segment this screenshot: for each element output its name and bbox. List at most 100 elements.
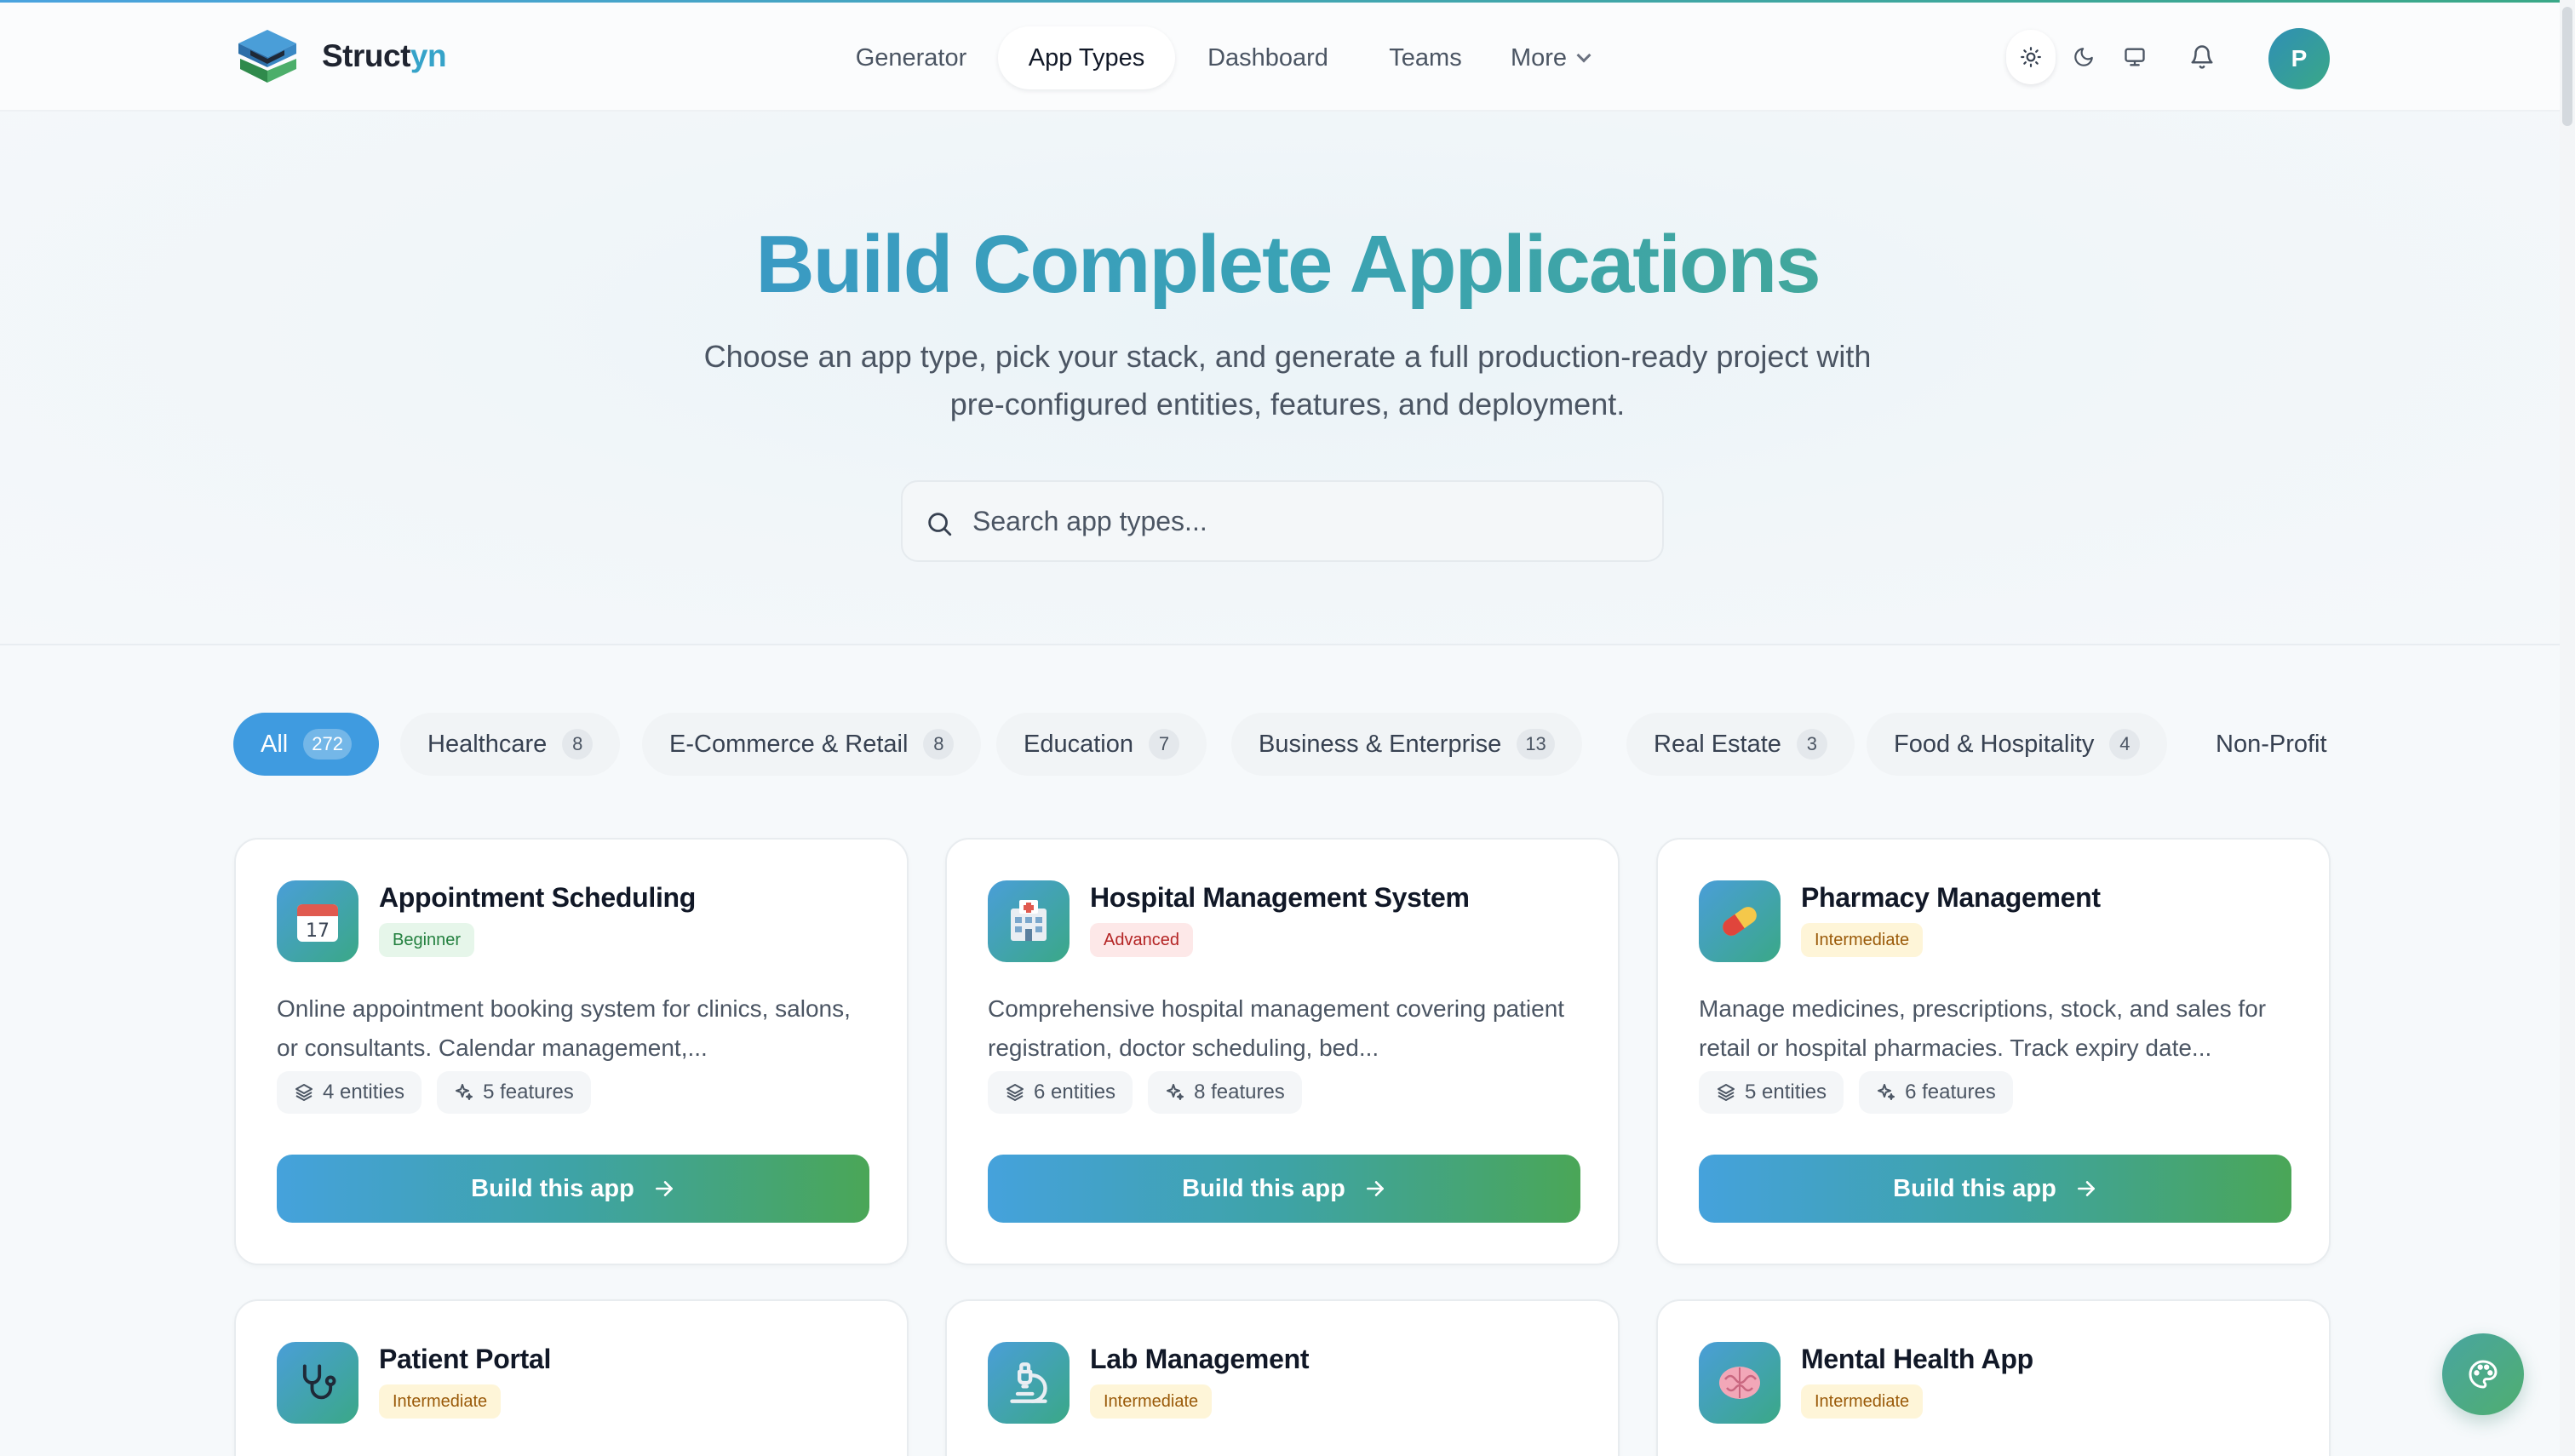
hospital-graphic <box>1011 900 1047 941</box>
search-input[interactable] <box>972 482 1637 560</box>
card-title: Appointment Scheduling <box>379 882 697 913</box>
hero-title: Build Complete Applications <box>0 218 2575 312</box>
category-label: E-Commerce & Retail <box>669 730 909 758</box>
category-count: 13 <box>1517 729 1555 760</box>
sun-icon <box>2021 47 2041 67</box>
header: Structyn Generator App Types Dashboard T… <box>0 3 2575 112</box>
category-count: 7 <box>1149 729 1179 760</box>
search-box[interactable] <box>901 480 1664 562</box>
nav-app-types[interactable]: App Types <box>998 26 1175 89</box>
category-label: Food & Hospitality <box>1894 730 2095 758</box>
entities-count: 5 entities <box>1745 1081 1827 1103</box>
card-description: Comprehensive hospital management coveri… <box>988 995 1565 1061</box>
theme-dark-button[interactable] <box>2059 30 2108 84</box>
theme-system-button[interactable] <box>2110 30 2159 84</box>
category-business-enterprise[interactable]: Business & Enterprise 13 <box>1231 713 1582 776</box>
theme-switcher <box>2006 30 2163 84</box>
category-count: 272 <box>303 729 352 760</box>
layers-icon <box>295 1084 313 1101</box>
arrow-right-icon <box>655 1181 673 1196</box>
category-food-hospitality[interactable]: Food & Hospitality 4 <box>1867 713 2168 776</box>
card-description: Manage medicines, prescriptions, stock, … <box>1699 995 2267 1061</box>
layers-icon <box>1718 1084 1735 1101</box>
app-card-lab-management[interactable]: Lab Management Intermediate <box>945 1299 1620 1456</box>
nav-teams[interactable]: Teams <box>1361 26 1490 89</box>
app-card-hospital-management-system[interactable]: Hospital Management System Advanced Comp… <box>945 838 1620 1265</box>
card-meta: 6 entities 8 features <box>988 1071 1302 1114</box>
nav-more[interactable]: More <box>1499 26 1601 89</box>
card-meta: 5 entities 6 features <box>1699 1071 2013 1114</box>
chevron-down-icon <box>1576 48 1591 63</box>
card-meta: 4 entities 5 features <box>277 1071 591 1114</box>
level-badge: Intermediate <box>379 1384 502 1419</box>
build-button-label: Build this app <box>1182 1174 1345 1202</box>
user-avatar[interactable]: P <box>2268 28 2330 89</box>
entities-chip: 4 entities <box>277 1071 422 1114</box>
nav-more-label: More <box>1510 44 1568 72</box>
category-healthcare[interactable]: Healthcare 8 <box>400 713 621 776</box>
category-real-estate[interactable]: Real Estate 3 <box>1626 713 1855 776</box>
calendar-graphic: 17 <box>297 904 338 942</box>
card-title: Pharmacy Management <box>1801 882 2101 913</box>
pill-icon <box>1699 880 1781 962</box>
category-filter: All 272 Healthcare 8 E-Commerce & Retail… <box>233 713 2331 776</box>
nav-generator[interactable]: Generator <box>833 26 989 89</box>
monitor-icon <box>2125 48 2145 66</box>
build-app-button[interactable]: Build this app <box>277 1155 869 1223</box>
palette-icon <box>2469 1360 2498 1389</box>
category-education[interactable]: Education 7 <box>996 713 1207 776</box>
features-chip: 6 features <box>1859 1071 2013 1114</box>
category-count: 8 <box>923 729 955 760</box>
category-non-profit[interactable]: Non-Profit & <box>2188 713 2331 776</box>
microscope-icon <box>988 1342 1070 1424</box>
category-count: 4 <box>2109 729 2141 760</box>
theme-palette-button[interactable] <box>2442 1333 2524 1415</box>
microscope-graphic <box>1010 1362 1047 1403</box>
category-count: 3 <box>1796 729 1827 760</box>
features-chip: 8 features <box>1148 1071 1302 1114</box>
bell-icon <box>2191 45 2213 69</box>
build-button-label: Build this app <box>1893 1174 2056 1202</box>
search-icon <box>928 513 952 536</box>
arrow-right-icon <box>2077 1181 2095 1196</box>
brain-graphic <box>1719 1367 1760 1399</box>
hero: Build Complete Applications Choose an ap… <box>0 112 2575 645</box>
app-card-mental-health-app[interactable]: Mental Health App Intermediate <box>1656 1299 2331 1456</box>
build-app-button[interactable]: Build this app <box>988 1155 1580 1223</box>
category-ecommerce-retail[interactable]: E-Commerce & Retail 8 <box>642 713 982 776</box>
level-badge: Advanced <box>1090 923 1193 957</box>
sparkles-icon <box>456 1084 473 1100</box>
arrow-right-icon <box>1366 1181 1384 1196</box>
stethoscope-icon <box>277 1342 358 1424</box>
app-card-patient-portal[interactable]: Patient Portal Intermediate <box>234 1299 909 1456</box>
nav-dashboard[interactable]: Dashboard <box>1184 26 1352 89</box>
build-app-button[interactable]: Build this app <box>1699 1155 2291 1223</box>
page: Structyn Generator App Types Dashboard T… <box>0 0 2575 1456</box>
calendar-day: 17 <box>306 920 330 942</box>
category-label: All <box>261 730 289 758</box>
calendar-icon: 17 <box>277 880 358 962</box>
hospital-icon <box>988 880 1070 962</box>
app-card-appointment-scheduling[interactable]: 17 Appointment Scheduling Beginner Onlin… <box>234 838 909 1265</box>
hero-subtitle: Choose an app type, pick your stack, and… <box>703 339 1872 421</box>
theme-light-button[interactable] <box>2006 30 2056 84</box>
card-title: Hospital Management System <box>1090 882 1470 913</box>
entities-chip: 5 entities <box>1699 1071 1844 1114</box>
build-button-label: Build this app <box>471 1174 634 1202</box>
sparkles-icon <box>1878 1084 1895 1100</box>
card-title: Lab Management <box>1090 1344 1310 1374</box>
entities-chip: 6 entities <box>988 1071 1133 1114</box>
category-count: 8 <box>562 729 594 760</box>
card-title: Mental Health App <box>1801 1344 2033 1374</box>
category-all[interactable]: All 272 <box>233 713 379 776</box>
scrollbar-thumb[interactable] <box>2562 7 2572 126</box>
brain-icon <box>1699 1342 1781 1424</box>
moon-icon <box>2074 48 2093 66</box>
category-label: Non-Profit & <box>2216 730 2331 758</box>
scrollbar-track[interactable] <box>2560 0 2575 1456</box>
features-count: 8 features <box>1194 1081 1285 1103</box>
notifications-button[interactable] <box>2180 35 2224 79</box>
stethoscope-graphic <box>302 1364 336 1400</box>
entities-count: 6 entities <box>1034 1081 1116 1103</box>
app-card-pharmacy-management[interactable]: Pharmacy Management Intermediate Manage … <box>1656 838 2331 1265</box>
